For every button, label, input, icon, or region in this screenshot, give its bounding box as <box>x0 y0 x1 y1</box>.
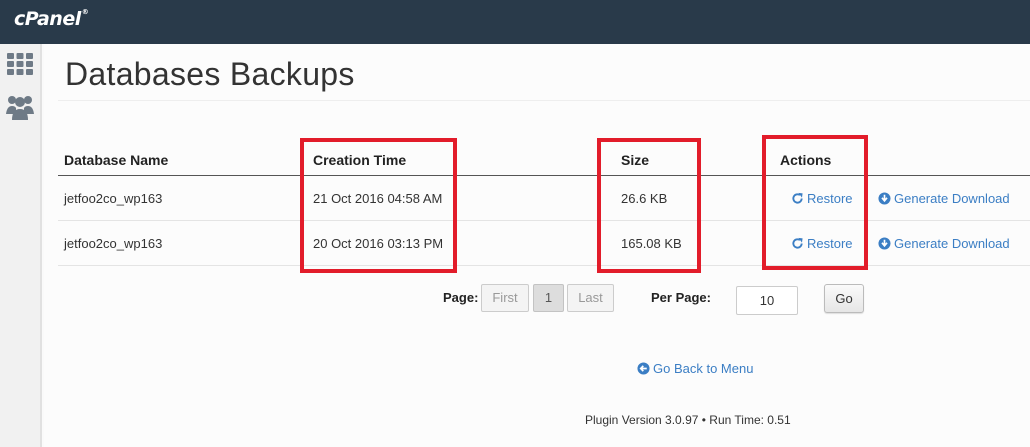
generate-download-label: Generate Download <box>894 191 1010 206</box>
table-row: jetfoo2co_wp163 21 Oct 2016 04:58 AM 26.… <box>58 176 1030 221</box>
grid-icon[interactable] <box>6 52 34 78</box>
generate-download-link[interactable]: Generate Download <box>878 191 1010 206</box>
cpanel-logo[interactable]: cPanel® <box>14 8 89 30</box>
generate-download-label: Generate Download <box>894 236 1010 251</box>
main-content: Databases Backups Database Name Creation… <box>44 44 1030 447</box>
first-page-button[interactable]: First <box>481 284 529 312</box>
generate-download-link[interactable]: Generate Download <box>878 236 1010 251</box>
title-divider <box>58 100 1030 101</box>
highlight-box-actions <box>762 135 868 270</box>
back-arrow-circle-icon <box>637 362 650 375</box>
table-header: Database Name Creation Time Size Actions <box>58 144 1030 176</box>
per-page-label: Per Page: <box>651 290 711 305</box>
download-circle-icon <box>878 192 891 205</box>
database-name-cell: jetfoo2co_wp163 <box>64 236 163 251</box>
sidebar <box>0 44 42 447</box>
users-icon[interactable] <box>6 94 34 120</box>
database-name-cell: jetfoo2co_wp163 <box>64 191 163 206</box>
go-button[interactable]: Go <box>824 284 864 313</box>
go-back-to-menu-link[interactable]: Go Back to Menu <box>637 361 753 376</box>
current-page-button[interactable]: 1 <box>533 284 564 312</box>
top-bar: cPanel® <box>0 0 1030 44</box>
last-page-button[interactable]: Last <box>567 284 614 312</box>
go-back-label: Go Back to Menu <box>653 361 754 376</box>
logo-registered-mark: ® <box>81 8 89 16</box>
page-label: Page: <box>443 290 479 305</box>
footer-version-text: Plugin Version 3.0.97 • Run Time: 0.51 <box>585 413 791 427</box>
per-page-input[interactable]: 10 <box>736 286 798 315</box>
logo-text: cPanel <box>14 8 81 30</box>
download-circle-icon <box>878 237 891 250</box>
table-row: jetfoo2co_wp163 20 Oct 2016 03:13 PM 165… <box>58 221 1030 266</box>
column-header-database-name[interactable]: Database Name <box>64 152 168 168</box>
highlight-box-size <box>597 138 701 273</box>
highlight-box-creation-time <box>300 138 457 273</box>
page-title: Databases Backups <box>65 56 355 92</box>
